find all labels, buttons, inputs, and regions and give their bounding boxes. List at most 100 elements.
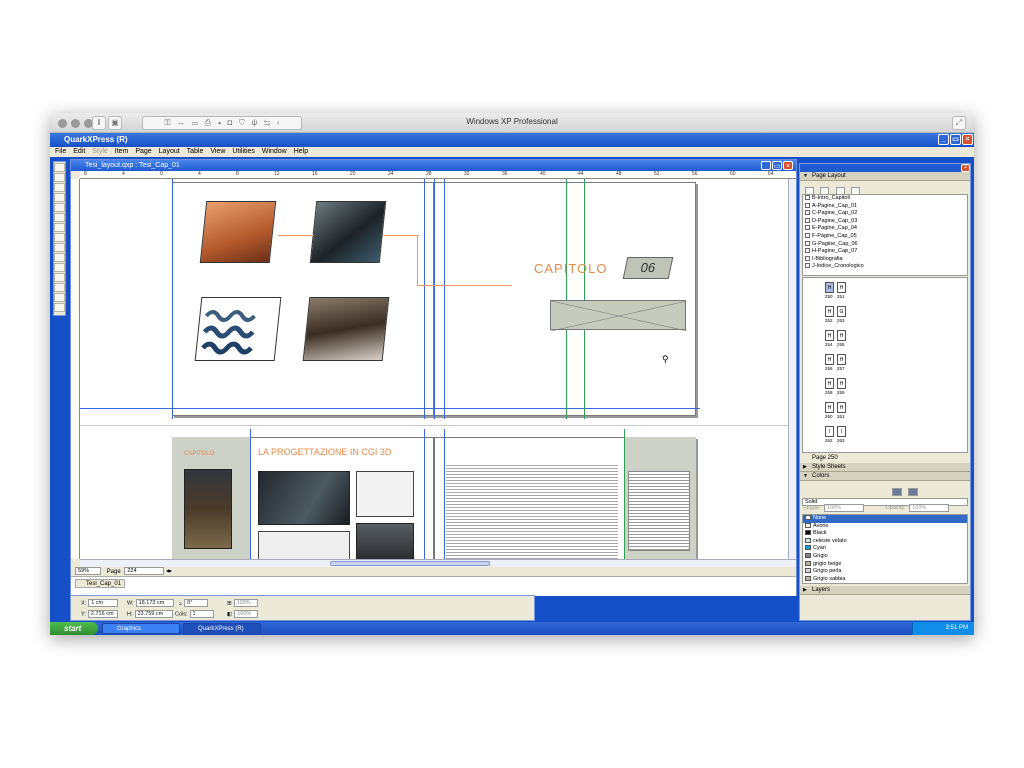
page-field[interactable]: 224 xyxy=(124,567,165,575)
menu-style[interactable]: Style xyxy=(92,147,108,157)
master-page-item[interactable]: H-Pagine_Cap_07 xyxy=(803,248,967,256)
scissors-tool-icon[interactable] xyxy=(54,303,65,312)
menu-view[interactable]: View xyxy=(210,147,225,157)
color-item[interactable]: Grigio perla xyxy=(803,568,967,576)
menu-window[interactable]: Window xyxy=(262,147,287,157)
page-thumbnail[interactable]: H xyxy=(837,378,846,389)
new-page-icon[interactable] xyxy=(805,186,814,195)
picture-box-tool-icon[interactable] xyxy=(54,213,65,222)
delete-page-icon[interactable] xyxy=(851,186,861,195)
menu-utilities[interactable]: Utilities xyxy=(232,147,255,157)
link-page-icon[interactable] xyxy=(835,186,845,195)
horizontal-scrollbar[interactable] xyxy=(80,559,796,567)
duplicate-page-icon[interactable] xyxy=(820,186,830,195)
scale-y-field[interactable]: 100% xyxy=(234,610,259,618)
menu-item[interactable]: Item xyxy=(115,147,129,157)
image-box-scene[interactable] xyxy=(258,471,350,525)
page-right[interactable] xyxy=(434,182,696,416)
zoom-tool-icon[interactable] xyxy=(54,193,65,202)
content-tool-icon[interactable] xyxy=(54,173,65,182)
color-item[interactable]: Black xyxy=(803,530,967,538)
master-page-item[interactable]: E-Pagine_Cap_04 xyxy=(803,225,967,233)
image-box-faces[interactable] xyxy=(258,531,350,559)
master-page-item[interactable]: A-Pagine_Cap_01 xyxy=(803,203,967,211)
maximize-button[interactable]: ▭ xyxy=(950,134,961,145)
layers-title[interactable]: Layers xyxy=(800,586,970,595)
horizontal-ruler[interactable]: 8 4 0 4 8 12 16 20 24 28 32 36 40 44 48 52 56 60 64 xyxy=(80,171,796,179)
image-box-sketch[interactable] xyxy=(356,471,414,517)
x-field[interactable]: 1 cm xyxy=(88,599,119,607)
notes-text-box[interactable] xyxy=(628,471,690,551)
master-page-item[interactable]: J-Indice_Cronologico xyxy=(803,263,967,271)
menu-help[interactable]: Help xyxy=(294,147,308,157)
page-popup-icon[interactable]: ◂▸ xyxy=(166,569,172,575)
task-quarkxpress[interactable]: QuarkXPress (R) xyxy=(183,623,261,634)
angle-field[interactable]: 0° xyxy=(184,599,209,607)
master-page-item[interactable]: B-Intro_Capitoli xyxy=(803,195,967,203)
close-button[interactable]: × xyxy=(962,134,973,145)
chapter-number[interactable]: 06 xyxy=(622,257,674,279)
image-box-dark[interactable] xyxy=(356,523,414,559)
task-graphics[interactable]: Graphics xyxy=(102,623,180,634)
page-thumbnail[interactable]: H xyxy=(837,402,846,413)
master-page-item[interactable]: I-Bibliografia xyxy=(803,256,967,264)
menu-layout[interactable]: Layout xyxy=(159,147,180,157)
page-thumbnail[interactable]: H xyxy=(837,330,846,341)
menu-edit[interactable]: Edit xyxy=(73,147,85,157)
master-page-item[interactable]: D-Pagine_Cap_03 xyxy=(803,218,967,226)
item-tool-icon[interactable] xyxy=(54,163,65,172)
doc-minimize-button[interactable]: _ xyxy=(761,161,771,170)
h-field[interactable]: 23.759 cm xyxy=(134,610,173,618)
doc-close-button[interactable]: × xyxy=(783,161,793,170)
chapter-intro-box[interactable] xyxy=(550,300,688,332)
cols-field[interactable]: 1 xyxy=(189,610,214,618)
image-box-terrain[interactable] xyxy=(302,297,390,361)
palette-close-button[interactable]: × xyxy=(961,164,970,172)
master-page-item[interactable]: F-Pagine_Cap_05 xyxy=(803,233,967,241)
image-box-lander[interactable] xyxy=(199,201,277,263)
zoom-field[interactable]: 59% xyxy=(75,567,101,575)
menu-page[interactable]: Page xyxy=(135,147,151,157)
text-path-tool-icon[interactable] xyxy=(54,263,65,272)
fullscreen-icon[interactable]: ⤢ xyxy=(952,116,966,130)
color-item[interactable]: None xyxy=(803,515,967,523)
unlink-tool-icon[interactable] xyxy=(54,293,65,302)
master-page-item[interactable]: G-Pagine_Cap_06 xyxy=(803,241,967,249)
start-button[interactable]: start xyxy=(50,622,98,635)
opacity-field[interactable]: 100% xyxy=(909,504,950,512)
page-thumbnail[interactable]: G xyxy=(837,306,846,317)
page-thumbnail[interactable]: H xyxy=(825,402,834,413)
vertical-scrollbar[interactable] xyxy=(788,179,796,559)
color-item[interactable]: celeste velato xyxy=(803,538,967,546)
text-box-tool-icon[interactable] xyxy=(54,203,65,212)
page-thumbnail[interactable]: I xyxy=(837,426,846,437)
shade-field[interactable]: 100% xyxy=(823,504,864,512)
page-thumbnail[interactable]: H xyxy=(825,378,834,389)
layout-tab[interactable]: Tesi_Cap_01 xyxy=(75,579,125,588)
page-thumbnails[interactable]: H 250 H 251 H 252 G 253 H 254 H 255 H 256 H 257 H 258 H 259… xyxy=(802,277,968,453)
image-box-robot[interactable] xyxy=(309,201,387,263)
page-thumbnail[interactable]: H xyxy=(825,354,834,365)
bezier-tool-icon[interactable] xyxy=(54,243,65,252)
color-item[interactable]: grigio beige xyxy=(803,561,967,569)
w-field[interactable]: 18.173 cm xyxy=(135,599,174,607)
layout-canvas[interactable]: CAPITOLO 06 ⚲ CAPITOLO LA PROGETTAZIONE … xyxy=(80,179,788,559)
page-thumbnail[interactable]: H xyxy=(825,330,834,341)
doc-maximize-button[interactable]: ▭ xyxy=(772,161,782,170)
page-thumbnail[interactable]: H xyxy=(837,354,846,365)
body-text-column[interactable] xyxy=(446,463,618,559)
page-layout-title[interactable]: Page Layout xyxy=(800,172,970,181)
image-box-waves[interactable] xyxy=(194,297,282,361)
minimize-button[interactable]: _ xyxy=(938,134,949,145)
rect-tool-icon[interactable] xyxy=(54,223,65,232)
image-box-poster[interactable] xyxy=(184,469,232,549)
page-thumbnail[interactable]: I xyxy=(825,426,834,437)
page-thumbnail[interactable]: H xyxy=(825,306,834,317)
page-thumbnail[interactable]: H xyxy=(837,282,846,293)
scrollbar-thumb[interactable] xyxy=(330,561,490,566)
menu-table[interactable]: Table xyxy=(187,147,204,157)
master-page-item[interactable]: C-Pagine_Cap_02 xyxy=(803,210,967,218)
color-item[interactable]: Grigio xyxy=(803,553,967,561)
link-tool-icon[interactable] xyxy=(54,283,65,292)
menu-file[interactable]: File xyxy=(55,147,66,157)
